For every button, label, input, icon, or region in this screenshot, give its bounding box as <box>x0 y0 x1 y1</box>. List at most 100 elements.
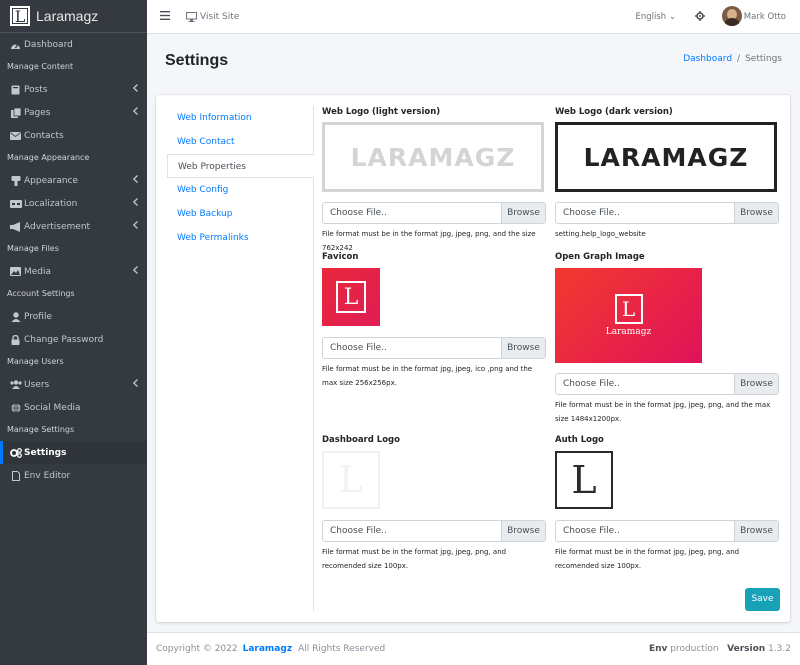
version-label: Version <box>727 644 766 654</box>
dashboard-logo-file-input[interactable]: Choose File.. Browse <box>322 520 546 542</box>
logo-dark-help: setting.help_logo_website <box>555 230 646 238</box>
browse-button[interactable]: Browse <box>501 338 545 358</box>
favicon-preview: L <box>322 268 380 326</box>
sidebar-item-social-media[interactable]: Social Media <box>0 396 147 419</box>
sidebar-item-posts[interactable]: Posts <box>0 78 147 101</box>
user-icon <box>9 311 22 322</box>
version-value: 1.3.2 <box>768 644 791 654</box>
dashboard-logo-help: File format must be in the format jpg, j… <box>322 548 507 570</box>
cogs-icon <box>9 447 22 458</box>
paint-brush-icon <box>9 175 22 186</box>
breadcrumb-dashboard-link[interactable]: Dashboard <box>683 54 732 64</box>
photo-icon <box>9 267 22 276</box>
sidebar-item-label: Localization <box>24 198 78 209</box>
sidebar-item-label: Settings <box>24 447 67 458</box>
language-icon <box>9 199 22 208</box>
file-input-placeholder: Choose File.. <box>563 379 620 389</box>
browse-button[interactable]: Browse <box>734 374 778 394</box>
user-name[interactable]: Mark Otto <box>744 12 786 22</box>
brand[interactable]: L Laramagz <box>0 0 147 33</box>
brand-name: Laramagz <box>36 8 99 24</box>
menu-toggle-icon[interactable] <box>160 10 170 23</box>
tab-web-permalinks[interactable]: Web Permalinks <box>167 226 313 250</box>
tab-web-backup[interactable]: Web Backup <box>167 202 313 226</box>
sidebar-item-localization[interactable]: Localization <box>0 192 147 215</box>
sidebar-item-settings[interactable]: Settings <box>0 441 147 464</box>
auth-logo-help: File format must be in the format jpg, j… <box>555 548 740 570</box>
breadcrumb: Dashboard / Settings <box>683 54 782 64</box>
chevron-left-icon <box>132 175 138 186</box>
sidebar-item-label: Appearance <box>24 175 79 186</box>
tab-web-properties[interactable]: Web Properties <box>167 154 314 178</box>
logo-light-label: Web Logo (light version) <box>322 107 441 117</box>
footer: Copyright © 2022 Laramagz All Rights Reser… <box>147 632 800 665</box>
logo-dark-file-input[interactable]: Choose File.. Browse <box>555 202 779 224</box>
sidebar-item-label: Contacts <box>24 130 64 141</box>
tachometer-icon <box>9 40 22 50</box>
sidebar-item-change-password[interactable]: Change Password <box>0 328 147 351</box>
sidebar-section-header: Manage Settings <box>7 425 75 434</box>
sidebar-item-media[interactable]: Media <box>0 260 147 283</box>
bullhorn-icon <box>9 221 22 232</box>
logo-light-file-input[interactable]: Choose File.. Browse <box>322 202 546 224</box>
dashboard-logo-letter: L <box>339 459 363 501</box>
favicon-field: Favicon L Choose File.. Browse File form… <box>322 252 546 390</box>
tab-web-contact[interactable]: Web Contact <box>167 130 313 154</box>
tab-web-config[interactable]: Web Config <box>167 178 313 202</box>
sidebar-item-users[interactable]: Users <box>0 373 147 396</box>
sidebar-item-pages[interactable]: Pages <box>0 101 147 124</box>
envelope-icon <box>9 131 22 140</box>
auth-logo-file-input[interactable]: Choose File.. Browse <box>555 520 779 542</box>
sidebar-item-label: Users <box>24 379 50 390</box>
file-icon <box>9 470 22 481</box>
sidebar-item-dashboard[interactable]: Dashboard <box>0 33 147 56</box>
footer-copyright: Copyright © 2022 Laramagz All Rights Reser… <box>156 644 385 654</box>
tab-web-information[interactable]: Web Information <box>167 106 313 130</box>
sidebar-item-label: Advertisement <box>24 221 91 232</box>
file-input-placeholder: Choose File.. <box>330 343 387 353</box>
chevron-left-icon <box>132 198 138 209</box>
language-label: English <box>635 12 667 22</box>
sidebar-item-contacts[interactable]: Contacts <box>0 124 147 147</box>
browse-button[interactable]: Browse <box>501 203 545 223</box>
globe-icon <box>9 402 22 413</box>
env-value: production <box>670 644 719 654</box>
browse-button[interactable]: Browse <box>501 521 545 541</box>
chevron-left-icon <box>132 266 138 277</box>
user-avatar[interactable] <box>722 6 742 26</box>
auth-logo-label: Auth Logo <box>555 435 604 445</box>
env-label: Env <box>648 644 668 654</box>
footer-brand-link[interactable]: Laramagz <box>243 644 292 654</box>
og-image-help: File format must be in the format jpg, j… <box>555 401 771 423</box>
settings-gear-icon[interactable] <box>695 11 705 24</box>
sidebar-item-label: Media <box>24 266 52 277</box>
language-dropdown[interactable]: English ⌄ <box>635 12 676 22</box>
save-button[interactable]: Save <box>745 588 780 611</box>
settings-tabs: Web Information Web Contact Web Properties… <box>167 106 314 611</box>
sidebar-item-env-editor[interactable]: Env Editor <box>0 464 147 487</box>
browse-button[interactable]: Browse <box>734 521 778 541</box>
dashboard-logo-field: Dashboard Logo L Choose File.. Browse Fi… <box>322 435 546 573</box>
favicon-file-input[interactable]: Choose File.. Browse <box>322 337 546 359</box>
sidebar-item-label: Env Editor <box>24 470 71 481</box>
breadcrumb-separator: / <box>737 54 741 64</box>
file-input-placeholder: Choose File.. <box>330 526 387 536</box>
sidebar-item-advertisement[interactable]: Advertisement <box>0 215 147 238</box>
brand-logo: L <box>10 6 30 26</box>
og-image-preview: L Laramagz <box>555 268 702 363</box>
sidebar-section-header: Manage Appearance <box>7 153 90 162</box>
og-image-file-input[interactable]: Choose File.. Browse <box>555 373 779 395</box>
sidebar-item-profile[interactable]: Profile <box>0 305 147 328</box>
page-title: Settings <box>165 52 229 69</box>
file-input-placeholder: Choose File.. <box>563 208 620 218</box>
footer-version: Env production Version 1.3.2 <box>649 644 791 654</box>
copyright-text: Copyright © 2022 <box>156 644 238 654</box>
settings-card: Web Information Web Contact Web Properties… <box>156 95 790 622</box>
browse-button[interactable]: Browse <box>734 203 778 223</box>
favicon-label: Favicon <box>322 252 359 262</box>
sidebar-item-label: Change Password <box>24 334 104 345</box>
og-image-letter: L <box>614 294 643 324</box>
sidebar-item-appearance[interactable]: Appearance <box>0 169 147 192</box>
chevron-left-icon <box>132 221 138 232</box>
visit-site-link[interactable]: Visit Site <box>186 11 239 22</box>
